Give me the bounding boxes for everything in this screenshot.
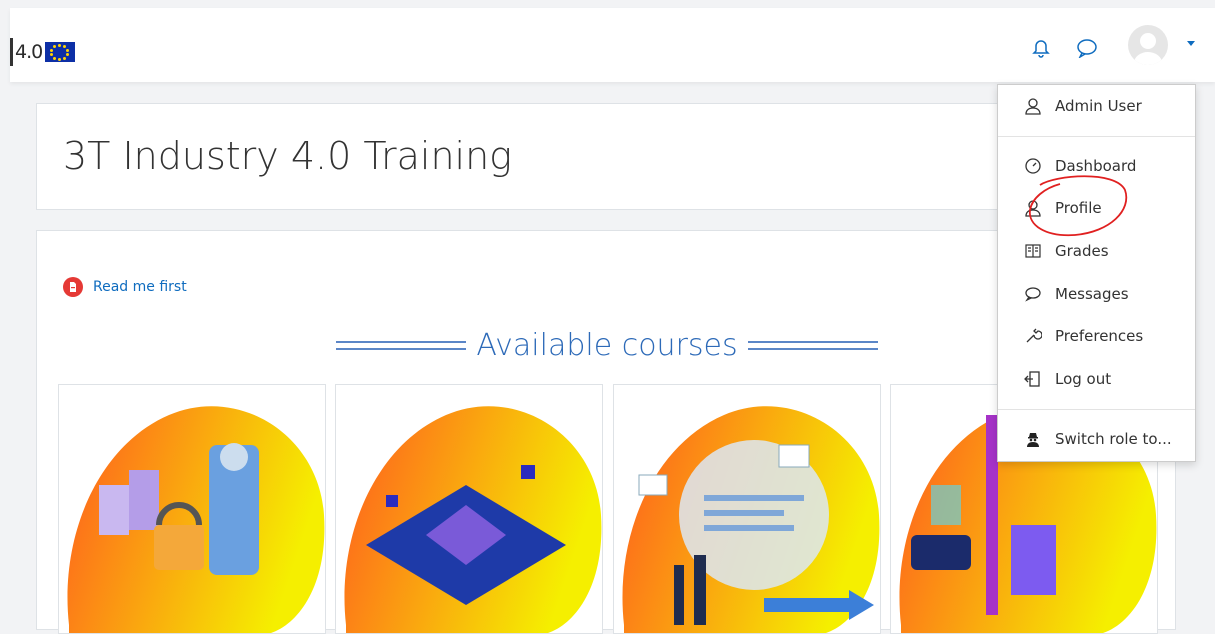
read-me-link[interactable]: Read me first bbox=[63, 277, 187, 297]
available-courses-text: Available courses bbox=[476, 327, 738, 363]
menu-item-label: Grades bbox=[1055, 242, 1109, 260]
gauge-icon bbox=[1023, 156, 1043, 176]
wrench-icon bbox=[1023, 326, 1043, 346]
user-menu-dropdown: Admin User Dashboard Profile Grades Mess… bbox=[997, 84, 1196, 462]
menu-item-label: Preferences bbox=[1055, 327, 1144, 345]
heading-decor-right bbox=[747, 340, 878, 350]
menu-divider bbox=[998, 409, 1195, 410]
menu-item-label: Profile bbox=[1055, 199, 1102, 217]
logo-text: 4.0 bbox=[15, 41, 43, 63]
read-me-text: Read me first bbox=[93, 279, 187, 295]
menu-item-messages[interactable]: Messages bbox=[998, 277, 1197, 311]
user-icon bbox=[1023, 198, 1043, 218]
course-card[interactable] bbox=[335, 384, 603, 634]
course-image bbox=[344, 406, 602, 633]
menu-item-label: Switch role to... bbox=[1055, 430, 1172, 448]
menu-item-preferences[interactable]: Preferences bbox=[998, 319, 1197, 353]
course-image bbox=[67, 406, 325, 633]
menu-item-profile[interactable]: Profile bbox=[998, 191, 1197, 225]
menu-item-dashboard[interactable]: Dashboard bbox=[998, 149, 1197, 183]
chat-icon[interactable] bbox=[1075, 36, 1099, 60]
course-card[interactable] bbox=[613, 384, 881, 634]
top-navbar: 4.0 bbox=[10, 8, 1215, 82]
logo-bar bbox=[10, 38, 13, 66]
menu-item-log-out[interactable]: Log out bbox=[998, 362, 1197, 396]
user-avatar[interactable] bbox=[1128, 25, 1168, 65]
menu-item-label: Log out bbox=[1055, 370, 1112, 388]
logout-icon bbox=[1023, 369, 1043, 389]
bell-icon[interactable] bbox=[1029, 36, 1053, 60]
chat-icon bbox=[1023, 284, 1043, 304]
course-card[interactable] bbox=[58, 384, 326, 634]
book-icon bbox=[1023, 241, 1043, 261]
menu-item-label: Messages bbox=[1055, 285, 1129, 303]
user-name-label: Admin User bbox=[1055, 97, 1142, 115]
caret-down-icon[interactable] bbox=[1187, 41, 1195, 46]
menu-item-label: Dashboard bbox=[1055, 157, 1137, 175]
menu-divider bbox=[998, 136, 1195, 137]
page-title: 3T Industry 4.0 Training bbox=[63, 134, 512, 178]
available-courses-heading: Available courses bbox=[322, 325, 892, 365]
heading-decor-left bbox=[336, 340, 467, 350]
site-logo[interactable]: 4.0 bbox=[10, 38, 76, 66]
eu-flag-icon bbox=[45, 42, 76, 62]
menu-item-switch-role[interactable]: Switch role to... bbox=[998, 422, 1197, 456]
course-image bbox=[622, 406, 880, 633]
user-icon bbox=[1023, 96, 1043, 116]
user-secret-icon bbox=[1023, 429, 1043, 449]
pdf-icon bbox=[63, 277, 83, 297]
user-menu-user-name[interactable]: Admin User bbox=[998, 89, 1197, 123]
menu-item-grades[interactable]: Grades bbox=[998, 234, 1197, 268]
